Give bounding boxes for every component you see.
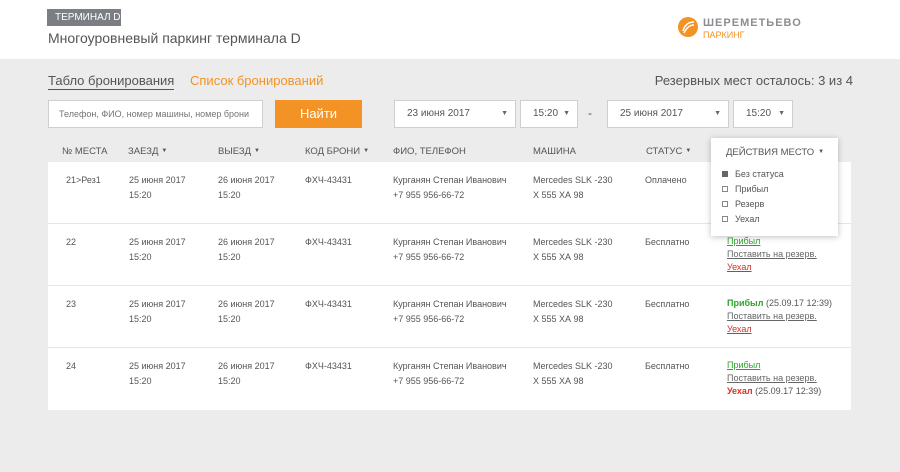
left-link[interactable]: Уехал [727, 323, 832, 336]
row-actions: Прибыл (25.09.17 12:39) Поставить на рез… [727, 297, 832, 336]
check-out: 26 июня 2017 15:20 [218, 175, 275, 200]
left-status: Уехал (25.09.17 12:39) [727, 386, 822, 396]
search-input[interactable] [48, 100, 263, 128]
reserve-counter: Резервных мест осталось: 3 из 4 [654, 73, 853, 88]
column-header-status[interactable]: СТАТУС ▼ [646, 146, 691, 157]
date-from-select[interactable]: 23 июня 2017 ▼ [394, 100, 516, 128]
chevron-down-icon: ▼ [563, 110, 570, 117]
header: ТЕРМИНАЛ D Многоуровневый паркинг термин… [0, 0, 900, 59]
check-out: 26 июня 2017 15:20 [218, 299, 275, 324]
reserve-link[interactable]: Поставить на резерв. [727, 310, 832, 323]
chevron-down-icon: ▼ [501, 110, 508, 117]
actions-filter-dropdown: ДЕЙСТВИЯ МЕСТО ▼ Без статуса Прибыл Резер… [711, 138, 838, 236]
status: Оплачено [645, 175, 687, 185]
filter-option-no-status[interactable]: Без статуса [722, 169, 784, 179]
checkbox-checked-icon[interactable] [722, 170, 728, 177]
car: Mercedes SLK -230 Х 555 ХА 98 [533, 175, 613, 200]
time-from-value: 15:20 [533, 108, 559, 119]
reserve-link[interactable]: Поставить на резерв. [727, 248, 817, 261]
filter-option-arrived[interactable]: Прибыл [722, 184, 768, 194]
customer: Курганян Степан Иванович +7 955 956-66-72 [393, 175, 507, 200]
booking-code: ФХЧ-43431 [305, 175, 352, 185]
find-button[interactable]: Найти [275, 100, 362, 128]
column-header-in[interactable]: ЗАЕЗД ▼ [128, 146, 167, 157]
date-to-value: 25 июня 2017 [620, 108, 683, 119]
status: Бесплатно [645, 299, 690, 309]
chevron-down-icon: ▼ [818, 149, 825, 156]
filter-option-reserve[interactable]: Резерв [722, 199, 764, 209]
logo-subtitle: ПАРКИНГ [703, 30, 745, 40]
check-in: 25 июня 2017 15:20 [129, 361, 186, 386]
page-title: Многоуровневый паркинг терминала D [48, 30, 301, 46]
sort-arrow-icon: ▼ [254, 148, 260, 155]
table-row: 23 25 июня 2017 15:20 26 июня 2017 15:20 Ф… [48, 286, 851, 348]
booking-code: ФХЧ-43431 [305, 361, 352, 371]
car: Mercedes SLK -230 Х 555 ХА 98 [533, 237, 613, 262]
status: Бесплатно [645, 237, 690, 247]
check-in: 25 июня 2017 15:20 [129, 237, 186, 262]
column-header-code[interactable]: КОД БРОНИ ▼ [305, 146, 369, 157]
logo-icon [678, 17, 698, 37]
filter-option-left[interactable]: Уехал [722, 214, 760, 224]
column-header-fio: ФИО, ТЕЛЕФОН [393, 146, 466, 157]
check-out: 26 июня 2017 15:20 [218, 237, 275, 262]
left-link[interactable]: Уехал [727, 261, 817, 274]
range-dash: - [588, 106, 592, 120]
check-in: 25 июня 2017 15:20 [129, 175, 186, 200]
reserve-link[interactable]: Поставить на резерв. [727, 372, 821, 385]
customer: Курганян Степан Иванович +7 955 956-66-72 [393, 299, 507, 324]
arrived-link[interactable]: Прибыл [727, 235, 817, 248]
checkbox-icon[interactable] [722, 200, 728, 207]
customer: Курганян Степан Иванович +7 955 956-66-72 [393, 237, 507, 262]
arrived-status: Прибыл (25.09.17 12:39) [727, 298, 833, 308]
chevron-down-icon: ▼ [778, 110, 785, 117]
tab-board[interactable]: Табло бронирования [48, 73, 175, 90]
row-actions: Прибыл Поставить на резерв. Уехал [727, 235, 817, 274]
time-from-select[interactable]: 15:20 ▼ [520, 100, 578, 128]
customer: Курганян Степан Иванович +7 955 956-66-72 [393, 361, 507, 386]
sort-arrow-icon: ▼ [685, 148, 692, 155]
table-row: 24 25 июня 2017 15:20 26 июня 2017 15:20 Ф… [48, 348, 851, 410]
chevron-down-icon: ▼ [714, 110, 721, 117]
check-in: 25 июня 2017 15:20 [129, 299, 186, 324]
car: Mercedes SLK -230 Х 555 ХА 98 [533, 299, 613, 324]
date-to-select[interactable]: 25 июня 2017 ▼ [607, 100, 729, 128]
car: Mercedes SLK -230 Х 555 ХА 98 [533, 361, 613, 386]
place-number: 23 [66, 299, 77, 309]
check-out: 26 июня 2017 15:20 [218, 361, 275, 386]
booking-code: ФХЧ-43431 [305, 237, 352, 247]
sort-arrow-icon: ▼ [161, 148, 168, 155]
logo-name: ШЕРЕМЕТЬЕВО [703, 17, 802, 29]
column-header-num: № МЕСТА [62, 146, 108, 157]
tab-list[interactable]: Список бронирований [190, 73, 323, 88]
sort-arrow-icon: ▼ [363, 148, 370, 155]
time-to-value: 15:20 [746, 108, 772, 119]
place-number: 22 [66, 237, 77, 247]
actions-filter-title[interactable]: ДЕЙСТВИЯ МЕСТО ▼ [726, 147, 824, 158]
place-number: 24 [66, 361, 77, 371]
terminal-badge[interactable]: ТЕРМИНАЛ D [47, 9, 121, 26]
row-actions: Прибыл Поставить на резерв. Уехал (25.09… [727, 359, 821, 398]
arrived-link[interactable]: Прибыл [727, 359, 821, 372]
column-header-out[interactable]: ВЫЕЗД ▼ [218, 146, 260, 157]
status: Бесплатно [645, 361, 690, 371]
column-header-car: МАШИНА [533, 146, 576, 157]
checkbox-icon[interactable] [722, 185, 728, 192]
date-from-value: 23 июня 2017 [407, 108, 470, 119]
booking-code: ФХЧ-43431 [305, 299, 352, 309]
checkbox-icon[interactable] [722, 215, 728, 222]
time-to-select[interactable]: 15:20 ▼ [733, 100, 793, 128]
place-number: 21>Рез1 [66, 175, 101, 185]
